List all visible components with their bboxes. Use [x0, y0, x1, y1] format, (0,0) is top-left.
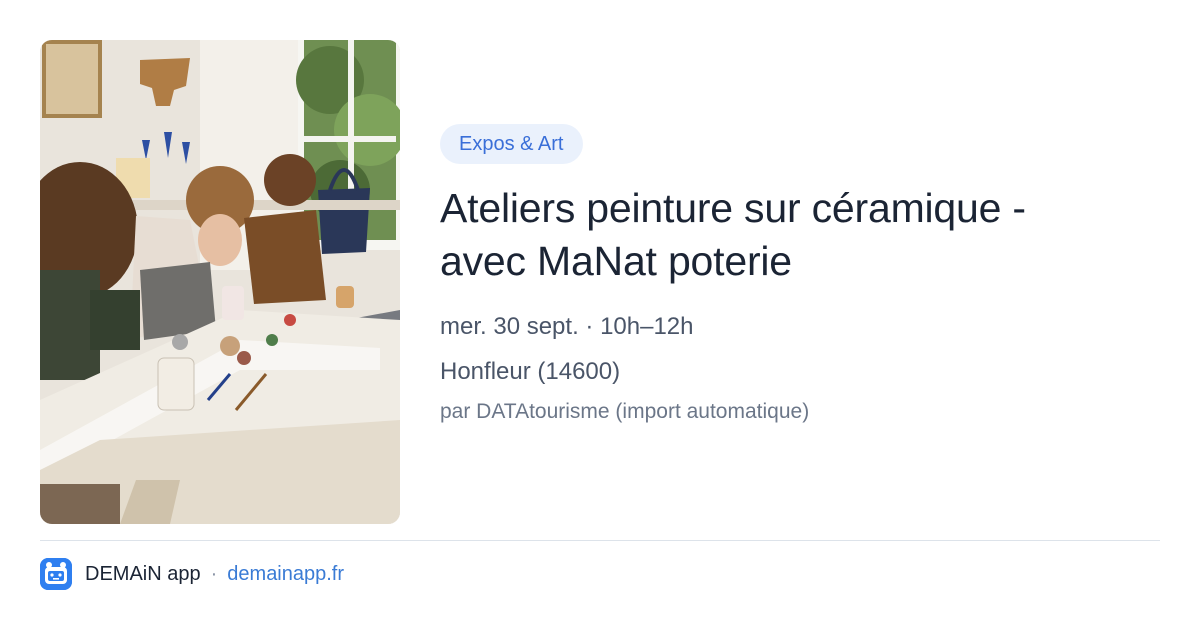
- event-source: par DATAtourisme (import automatique): [440, 400, 810, 423]
- app-name: DEMAiN app: [85, 562, 201, 585]
- demain-app-logo-icon: [40, 558, 72, 590]
- footer-separator: ·: [210, 562, 218, 585]
- footer-divider: [40, 540, 1160, 541]
- event-title-line-2: avec MaNat poterie: [440, 238, 792, 284]
- event-card[interactable]: Expos & Art Ateliers peinture sur cérami…: [0, 0, 1200, 630]
- event-date-time: mer. 30 sept. · 10h–12h: [440, 313, 694, 340]
- event-location: Honfleur (14600): [440, 358, 621, 385]
- event-title[interactable]: Ateliers peinture sur céramique - avec M…: [440, 182, 1160, 288]
- event-photo: [40, 40, 400, 524]
- footer: DEMAiN app · demainapp.fr: [40, 558, 344, 590]
- app-domain-link[interactable]: demainapp.fr: [227, 563, 344, 586]
- event-details: Expos & Art Ateliers peinture sur cérami…: [440, 124, 1160, 426]
- event-title-line-1: Ateliers peinture sur céramique -: [440, 185, 1026, 231]
- category-badge[interactable]: Expos & Art: [440, 124, 583, 164]
